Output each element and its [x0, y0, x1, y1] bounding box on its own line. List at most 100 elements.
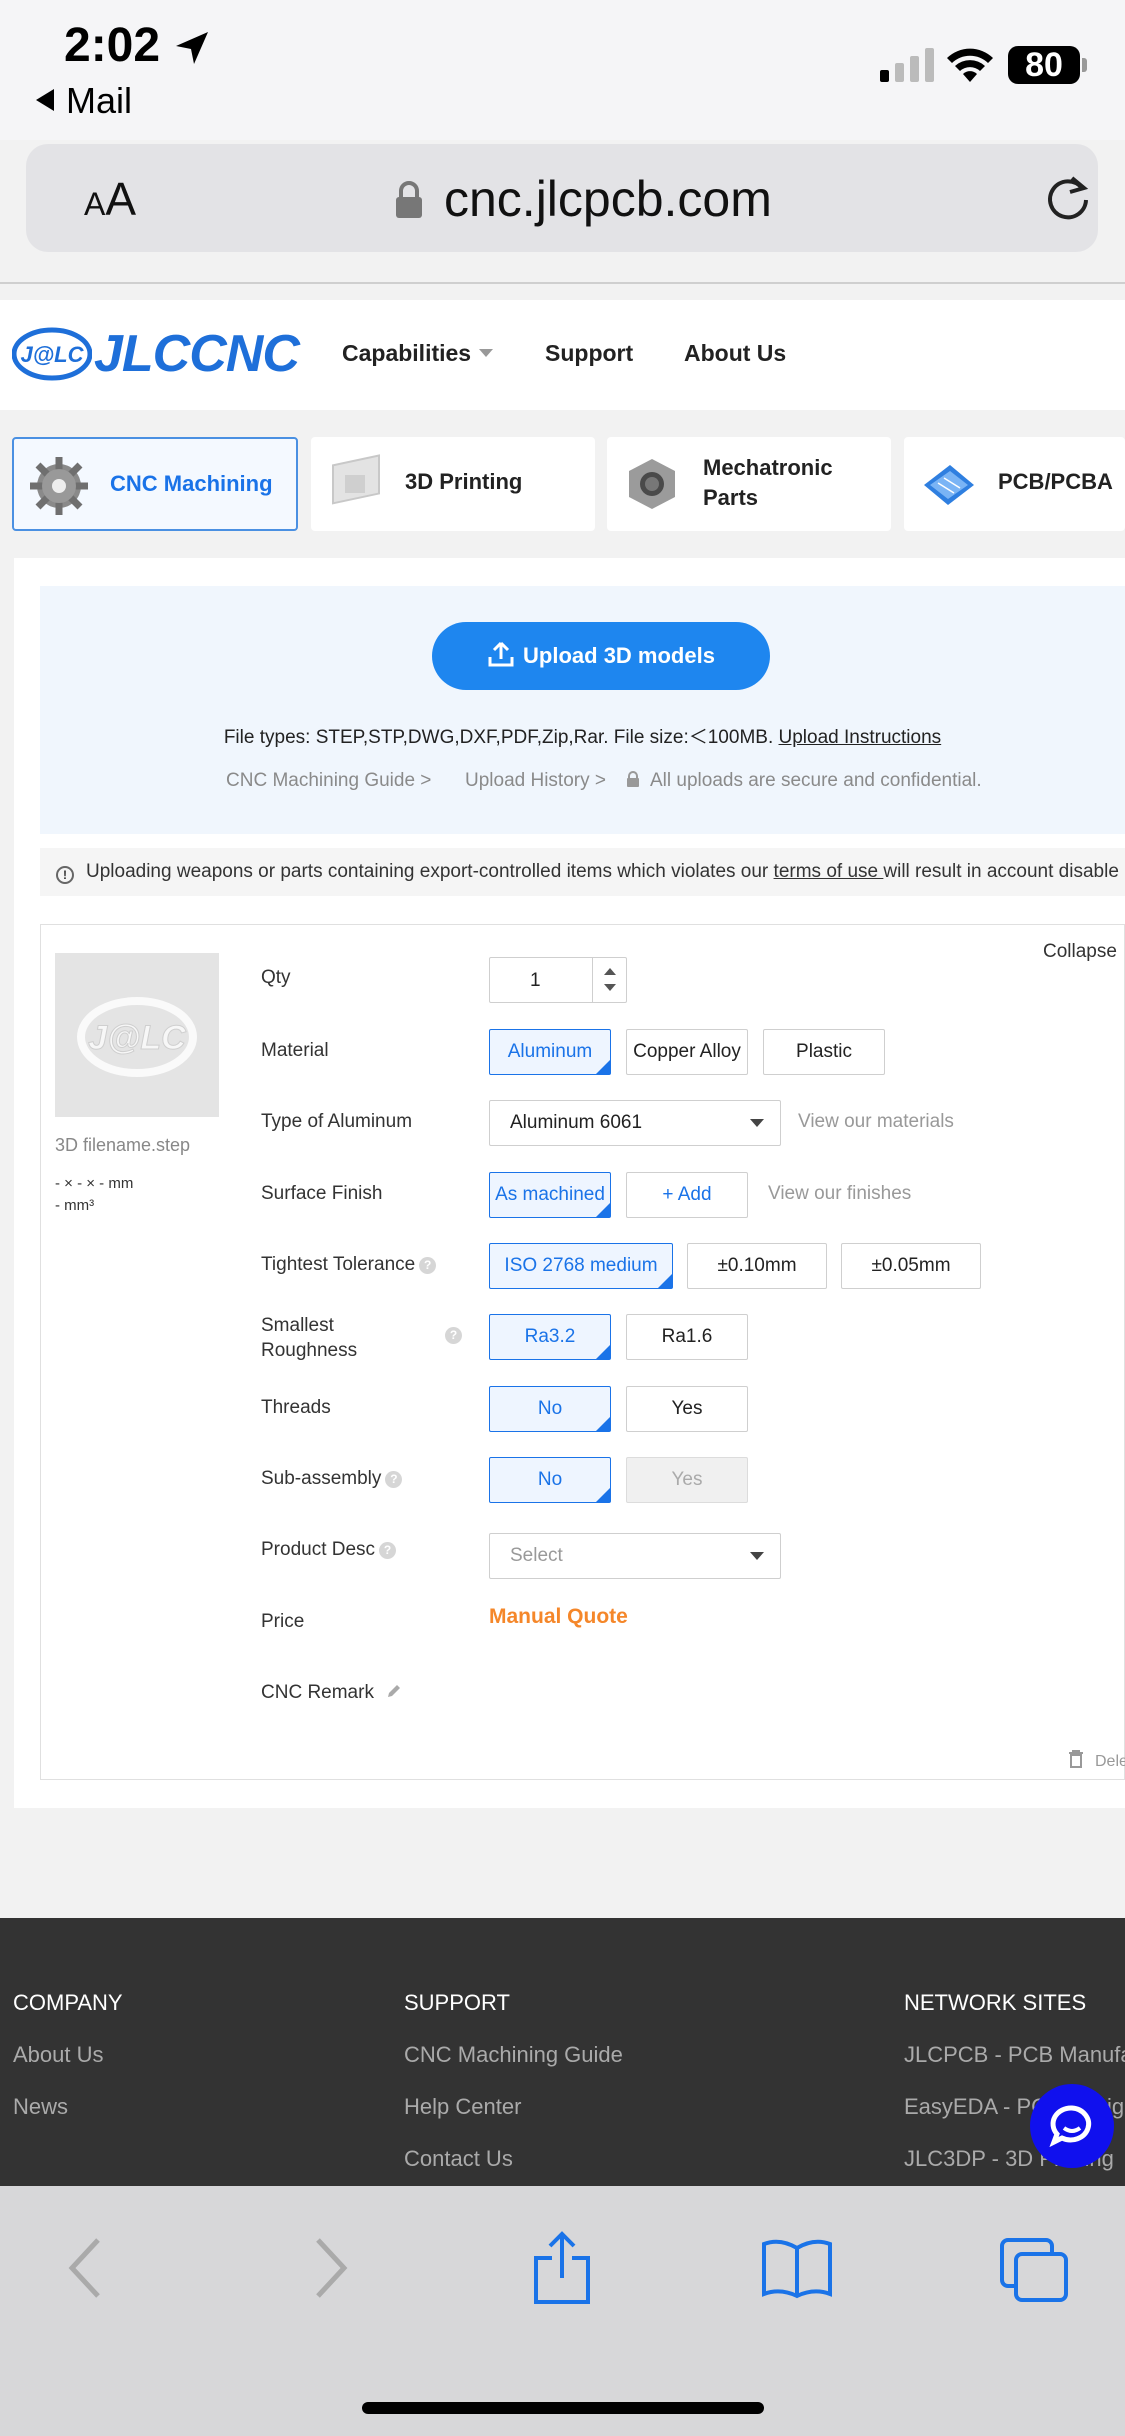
footer-link-about[interactable]: About Us: [13, 2042, 104, 2068]
text-size-button[interactable]: AA: [84, 172, 136, 226]
subassembly-no[interactable]: No: [489, 1457, 611, 1503]
url-text[interactable]: cnc.jlcpcb.com: [444, 170, 772, 228]
quantity-stepper[interactable]: 1: [489, 957, 627, 1003]
footer-link-guide[interactable]: CNC Machining Guide: [404, 2042, 623, 2068]
view-materials-link[interactable]: View our materials: [798, 1111, 954, 1133]
upload-history-link[interactable]: Upload History >: [465, 770, 606, 792]
location-arrow-icon: [176, 32, 208, 64]
info-icon: !: [56, 866, 74, 884]
view-finishes-link[interactable]: View our finishes: [768, 1183, 911, 1205]
tab-mechatronic-parts[interactable]: Mechatronic Parts: [607, 437, 891, 531]
reload-icon[interactable]: [1042, 172, 1094, 224]
product-desc-select[interactable]: Select: [489, 1533, 781, 1579]
chat-button[interactable]: [1030, 2084, 1114, 2168]
3d-print-icon: [332, 454, 380, 505]
tab-pcb-pcba[interactable]: PCB/PCBA: [904, 437, 1125, 531]
wifi-icon: [947, 48, 993, 82]
back-icon[interactable]: [66, 2236, 106, 2300]
roughness-ra1-6[interactable]: Ra1.6: [626, 1314, 748, 1360]
material-plastic[interactable]: Plastic: [763, 1029, 885, 1075]
gear-icon: [30, 457, 88, 515]
subassembly-label: Sub-assembly?: [261, 1468, 403, 1490]
secure-note: All uploads are secure and confidential.: [626, 770, 982, 792]
nav-capabilities[interactable]: Capabilities: [342, 340, 494, 367]
tabs-icon[interactable]: [998, 2236, 1070, 2304]
qty-value[interactable]: 1: [530, 970, 541, 992]
nav-support[interactable]: Support: [545, 340, 633, 367]
add-finish-button[interactable]: + Add: [626, 1172, 748, 1218]
tolerance-iso-2768[interactable]: ISO 2768 medium: [489, 1243, 673, 1289]
tolerance-0-05[interactable]: ±0.05mm: [841, 1243, 981, 1289]
price-value: Manual Quote: [489, 1605, 628, 1628]
battery-icon: 80: [1008, 46, 1080, 84]
footer-link-help[interactable]: Help Center: [404, 2094, 521, 2120]
nav-about-us[interactable]: About Us: [684, 340, 786, 367]
footer-link-jlcpcb[interactable]: JLCPCB - PCB Manufa: [904, 2042, 1125, 2068]
back-triangle-icon: [36, 89, 54, 111]
chevron-down-icon: [750, 1119, 764, 1127]
finish-as-machined[interactable]: As machined: [489, 1172, 611, 1218]
help-icon[interactable]: ?: [445, 1327, 462, 1344]
help-icon[interactable]: ?: [385, 1471, 403, 1488]
site-logo-text[interactable]: JLCCNC: [94, 324, 300, 384]
back-to-mail-link[interactable]: Mail: [36, 80, 132, 122]
jlc-logo-mark[interactable]: J@LC: [12, 326, 92, 382]
footer-support-heading: SUPPORT: [404, 1990, 510, 2015]
threads-yes[interactable]: Yes: [626, 1386, 748, 1432]
chevron-down-icon: [750, 1552, 764, 1560]
terms-of-use-link[interactable]: terms of use: [774, 861, 884, 882]
file-name: 3D filename.step: [55, 1135, 191, 1155]
threads-label: Threads: [261, 1397, 331, 1418]
subassembly-yes: Yes: [626, 1457, 748, 1503]
tab-cnc-machining[interactable]: CNC Machining: [12, 437, 298, 531]
upload-dropzone[interactable]: Upload 3D models File types: STEP,STP,DW…: [40, 586, 1125, 834]
surface-finish-label: Surface Finish: [261, 1183, 383, 1204]
home-indicator: [362, 2402, 764, 2414]
upload-instructions-link[interactable]: Upload Instructions: [779, 727, 942, 748]
price-label: Price: [261, 1611, 305, 1632]
chat-bubble-icon: [1049, 2105, 1092, 2148]
status-bar: 2:02 Mail 80: [0, 0, 1125, 140]
pcb-board-icon: [924, 465, 974, 505]
hex-nut-icon: [629, 459, 675, 509]
help-icon[interactable]: ?: [379, 1542, 397, 1559]
help-icon[interactable]: ?: [419, 1257, 437, 1274]
delete-part-button[interactable]: Dele: [1067, 1749, 1125, 1771]
aluminum-type-select[interactable]: Aluminum 6061: [489, 1100, 781, 1146]
upload-3d-models-button[interactable]: Upload 3D models: [432, 622, 770, 690]
footer-network-heading: NETWORK SITES: [904, 1990, 1087, 2015]
tolerance-label: Tightest Tolerance?: [261, 1254, 437, 1276]
caret-down-icon: [479, 349, 494, 357]
tab-label: Mechatronic Parts: [703, 455, 833, 510]
part-thumbnail[interactable]: J@LC: [55, 953, 219, 1117]
bookmarks-icon[interactable]: [760, 2236, 834, 2300]
share-icon[interactable]: [530, 2230, 594, 2306]
address-bar[interactable]: AA cnc.jlcpcb.com: [26, 144, 1098, 252]
cellular-signal-icon: [880, 48, 934, 82]
tolerance-0-10[interactable]: ±0.10mm: [687, 1243, 827, 1289]
export-warning: ! Uploading weapons or parts containing e…: [40, 848, 1125, 896]
threads-no[interactable]: No: [489, 1386, 611, 1432]
pencil-icon[interactable]: [385, 1682, 403, 1700]
tab-3d-printing[interactable]: 3D Printing: [311, 437, 595, 531]
svg-text:J@LC: J@LC: [20, 342, 84, 367]
decrement-icon[interactable]: [604, 984, 616, 991]
roughness-label: Smallest Roughness: [261, 1315, 358, 1361]
collapse-link[interactable]: Collapse: [1043, 941, 1117, 963]
roughness-ra3-2[interactable]: Ra3.2: [489, 1314, 611, 1360]
cnc-guide-link[interactable]: CNC Machining Guide >: [226, 770, 431, 792]
footer-company-heading: COMPANY: [13, 1990, 123, 2015]
upload-icon: [488, 641, 514, 667]
lock-icon: [396, 181, 422, 218]
forward-icon[interactable]: [310, 2236, 350, 2300]
material-copper-alloy[interactable]: Copper Alloy: [626, 1029, 748, 1075]
file-types-note: File types: STEP,STP,DWG,DXF,PDF,Zip,Rar…: [223, 727, 942, 748]
tab-label: CNC Machining: [110, 471, 273, 496]
footer-link-news[interactable]: News: [13, 2094, 68, 2120]
tab-label: PCB/PCBA: [998, 469, 1113, 494]
type-label: Type of Aluminum: [261, 1111, 413, 1132]
footer-link-contact[interactable]: Contact Us: [404, 2146, 513, 2172]
material-aluminum[interactable]: Aluminum: [489, 1029, 611, 1075]
increment-icon[interactable]: [604, 968, 616, 975]
cnc-remark[interactable]: CNC Remark: [261, 1682, 403, 1704]
